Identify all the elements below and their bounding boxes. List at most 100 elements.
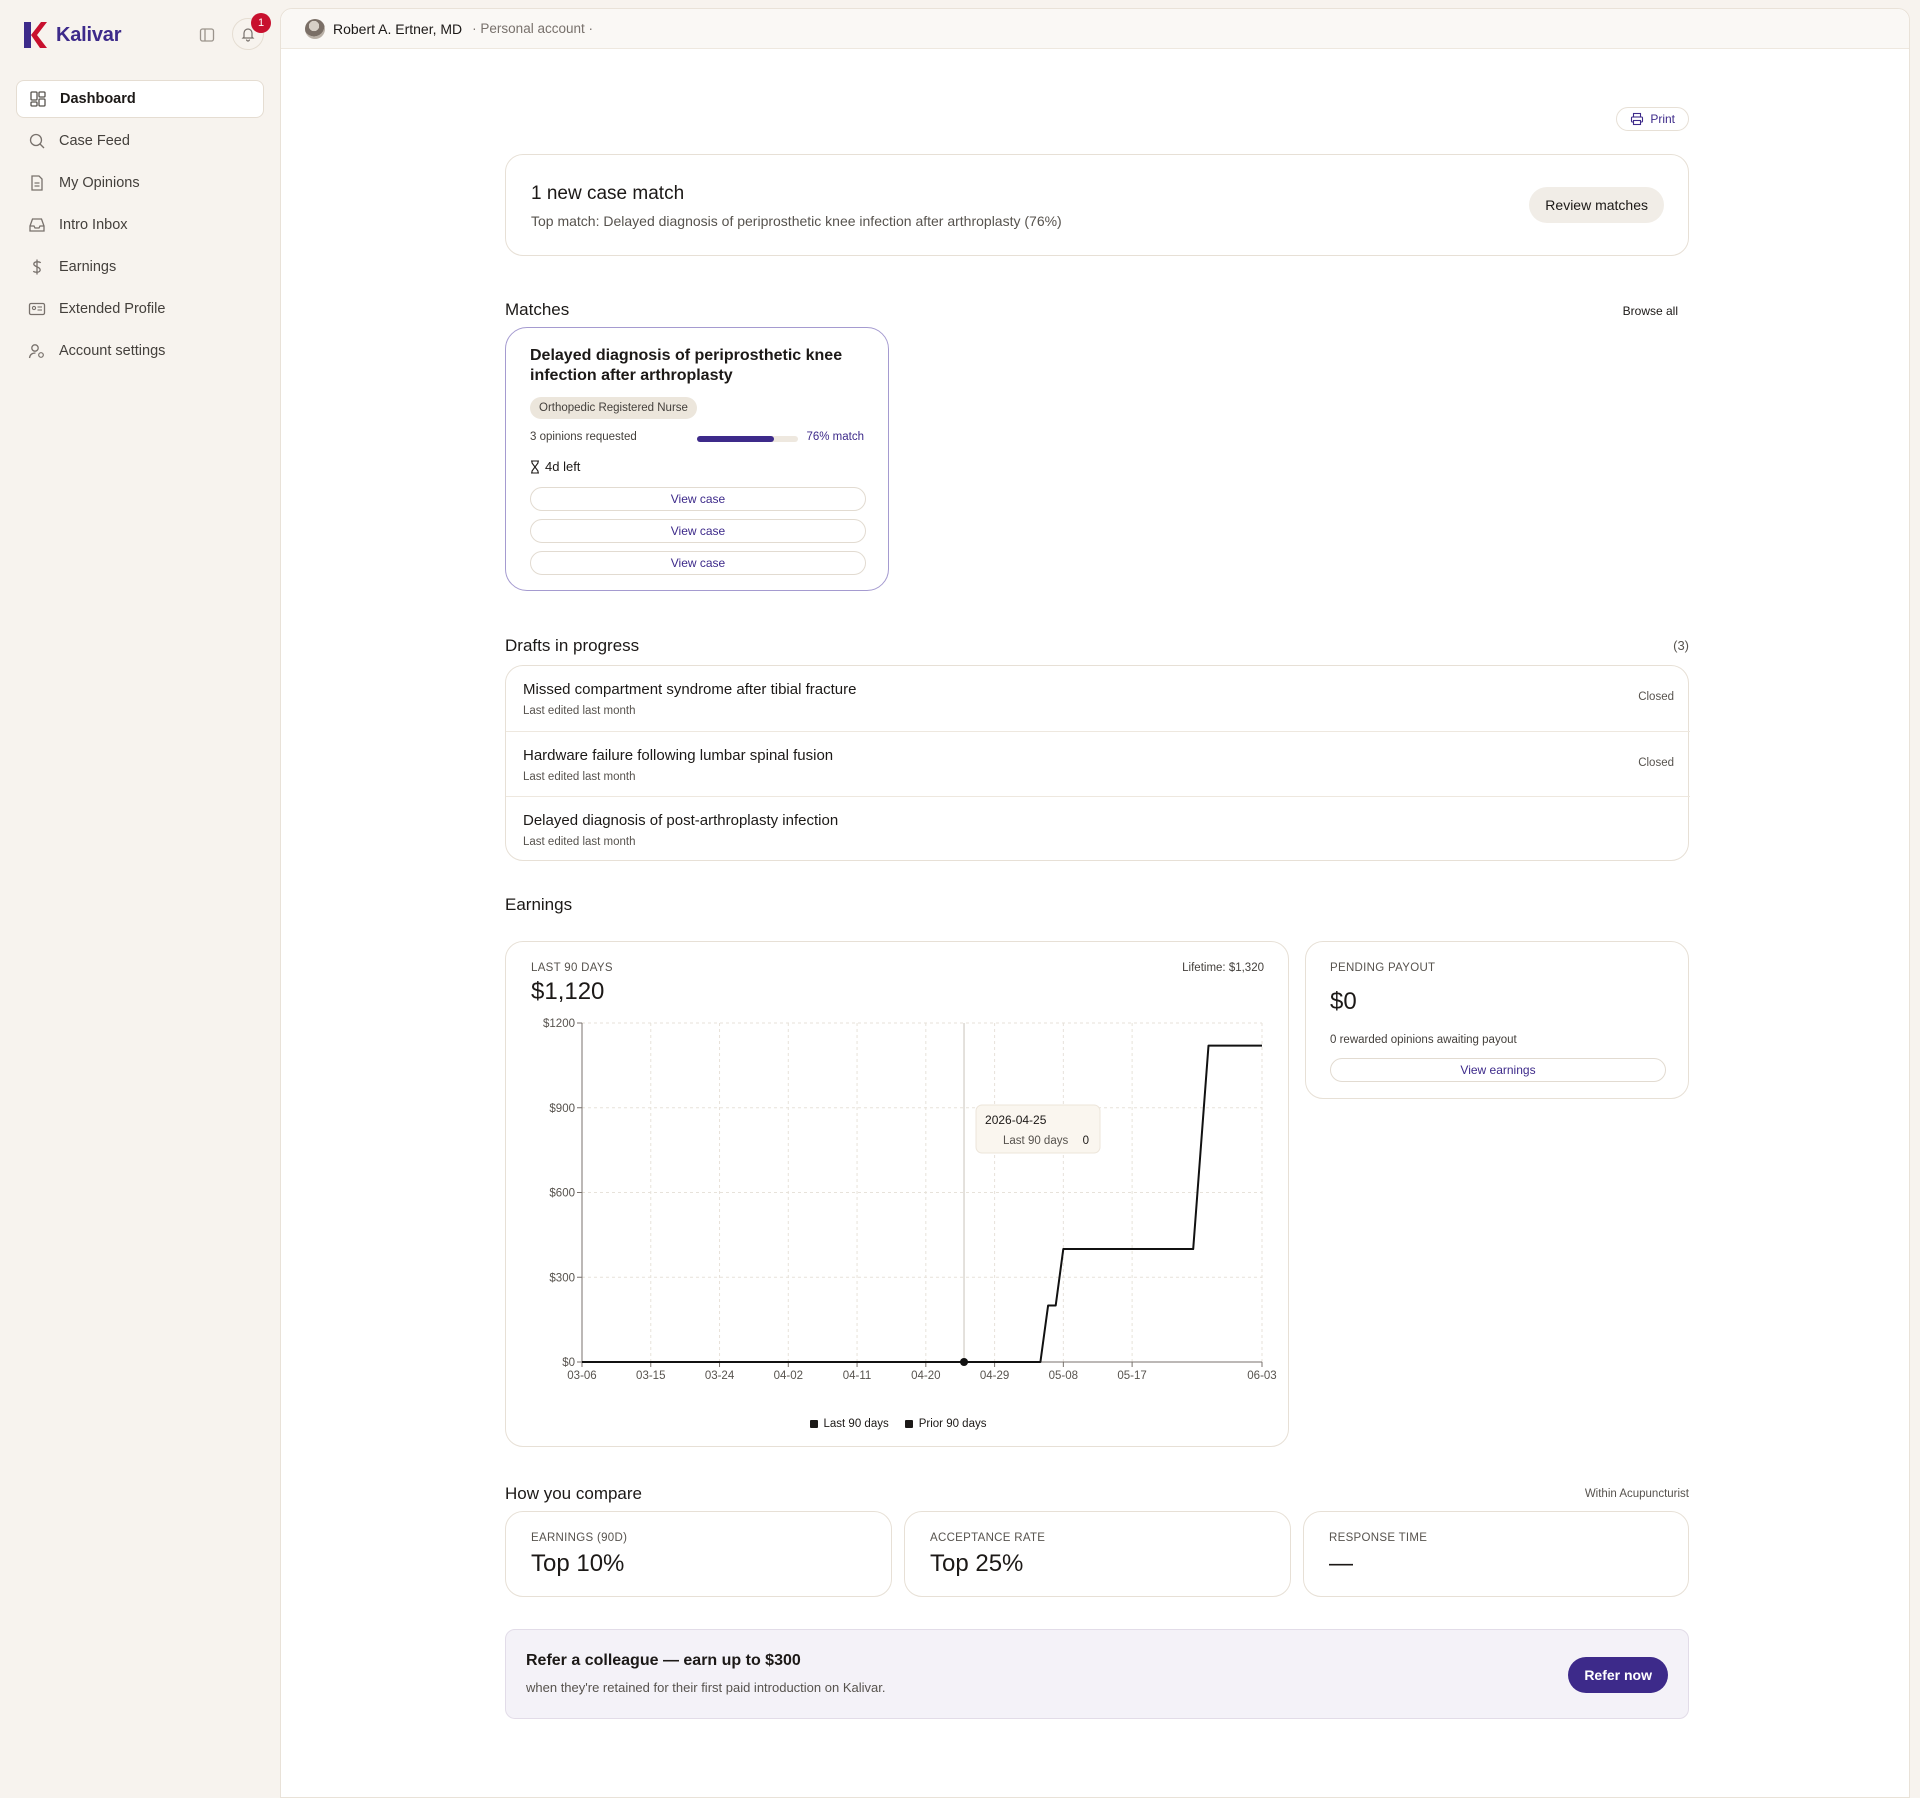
legend-label: Last 90 days <box>823 1418 889 1430</box>
sidebar-item-intro-inbox[interactable]: Intro Inbox <box>16 206 264 244</box>
draft-row[interactable]: Missed compartment syndrome after tibial… <box>506 666 1690 731</box>
sidebar-item-my-opinions[interactable]: My Opinions <box>16 164 264 202</box>
legend-label: Prior 90 days <box>918 1418 987 1430</box>
specialty-tag: Orthopedic Registered Nurse <box>530 397 697 419</box>
compare-heading: How you compare <box>505 1484 643 1503</box>
id-card-icon <box>28 300 46 318</box>
browse-all-link[interactable]: Browse all <box>1623 304 1678 318</box>
match-score-bar <box>697 436 798 442</box>
compare-group: Within Acupuncturist <box>1584 1488 1689 1500</box>
payout-value: $0 <box>1330 988 1357 1015</box>
x-tick-label: 03-06 <box>567 1370 596 1382</box>
refer-now-button[interactable]: Refer now <box>1568 1657 1668 1693</box>
compare-value: Top 25% <box>930 1550 1024 1577</box>
sidebar-item-label: Dashboard <box>60 91 136 107</box>
draft-row[interactable]: Delayed diagnosis of post-arthroplasty i… <box>506 796 1690 861</box>
draft-last-edited: Last edited last month <box>523 771 636 783</box>
referral-subtitle: when they're retained for their first pa… <box>526 1680 886 1695</box>
sidebar-item-account-settings[interactable]: Account settings <box>16 332 264 370</box>
x-tick-label: 06-03 <box>1247 1370 1276 1382</box>
drafts-count: (3) <box>1673 638 1689 653</box>
print-label: Print <box>1650 112 1675 126</box>
payout-description: 0 rewarded opinions awaiting payout <box>1330 1034 1517 1046</box>
sidebar-item-case-feed[interactable]: Case Feed <box>16 122 264 160</box>
sidebar-item-extended-profile[interactable]: Extended Profile <box>16 290 264 328</box>
avatar[interactable] <box>305 18 325 39</box>
account-bar: Robert A. Ertner, MD · Personal account … <box>281 9 1909 49</box>
match-percentage: 76% match <box>806 431 864 443</box>
draft-last-edited: Last edited last month <box>523 836 636 848</box>
main-panel: Robert A. Ertner, MD · Personal account … <box>280 8 1910 1798</box>
draft-title: Hardware failure following lumbar spinal… <box>523 747 834 764</box>
print-button[interactable]: Print <box>1616 107 1689 131</box>
compare-value: Top 10% <box>531 1550 625 1577</box>
new-match-alert: 1 new case match Top match: Delayed diag… <box>505 154 1689 256</box>
x-tick-label: 04-11 <box>843 1370 872 1382</box>
sidebar-item-label: Earnings <box>59 259 117 275</box>
sidebar-toggle-icon[interactable] <box>198 26 216 44</box>
brand[interactable]: Kalivar <box>22 20 122 50</box>
brand-name: Kalivar <box>56 23 122 46</box>
view-case-button[interactable]: View case <box>530 487 866 511</box>
earnings-value: $1,120 <box>531 978 605 1005</box>
legend-item[interactable]: Prior 90 days <box>904 1418 987 1430</box>
payout-label: PENDING PAYOUT <box>1330 962 1436 974</box>
dollar-icon <box>28 258 46 276</box>
earnings-period-label: LAST 90 DAYS <box>531 962 613 974</box>
tooltip-value: 0 <box>1083 1135 1089 1147</box>
sidebar-item-earnings[interactable]: Earnings <box>16 248 264 286</box>
draft-title: Missed compartment syndrome after tibial… <box>523 681 857 698</box>
draft-status: Closed <box>1638 757 1674 769</box>
compare-card-earnings: EARNINGS (90D) Top 10% <box>505 1511 892 1597</box>
sidebar-item-dashboard[interactable]: Dashboard <box>16 80 264 118</box>
legend-item[interactable]: Last 90 days <box>809 1418 889 1430</box>
earnings-chart[interactable]: $0 $300 $600 $900 $1200 03-06 03-15 03-24 04-02 0… <box>506 1017 1290 1417</box>
x-tick-label: 05-08 <box>1049 1370 1078 1382</box>
notification-badge: 1 <box>251 13 271 33</box>
legend-swatch <box>904 1420 913 1428</box>
printer-icon <box>1631 112 1644 126</box>
user-gear-icon <box>28 342 46 360</box>
referral-banner: Refer a colleague — earn up to $300 when… <box>505 1629 1689 1719</box>
draft-status: Closed <box>1638 691 1674 703</box>
sidebar-item-label: Intro Inbox <box>59 217 128 233</box>
sidebar: Kalivar 1 Dashboard Case Feed My Opinion… <box>0 0 280 1790</box>
sidebar-item-label: Account settings <box>59 343 166 359</box>
earnings-chart-card: LAST 90 DAYS Lifetime: $1,320 $1,120 $0 $… <box>505 941 1289 1447</box>
kalivar-logo <box>24 22 47 48</box>
y-tick-label: $1200 <box>543 1018 575 1030</box>
dashboard-icon <box>29 90 47 108</box>
draft-row[interactable]: Hardware failure following lumbar spinal… <box>506 731 1690 796</box>
user-name[interactable]: Robert A. Ertner, MD <box>333 21 462 37</box>
alert-title: 1 new case match <box>531 183 685 204</box>
sidebar-item-label: My Opinions <box>59 175 140 191</box>
drafts-list: Missed compartment syndrome after tibial… <box>505 665 1690 861</box>
sidebar-nav: Dashboard Case Feed My Opinions Intro In… <box>16 80 264 374</box>
time-left: 4d left <box>530 459 580 474</box>
chart-legend: Last 90 days Prior 90 days <box>506 1418 1290 1430</box>
view-case-button[interactable]: View case <box>530 551 866 575</box>
document-icon <box>28 174 46 192</box>
notifications-button[interactable]: 1 <box>232 13 271 50</box>
match-card[interactable]: Delayed diagnosis of periprosthetic knee… <box>505 327 889 591</box>
account-type[interactable]: · Personal account · <box>472 21 593 36</box>
view-case-button[interactable]: View case <box>530 519 866 543</box>
inbox-icon <box>28 216 46 234</box>
view-earnings-button[interactable]: View earnings <box>1330 1058 1666 1082</box>
matches-heading: Matches <box>505 300 570 319</box>
x-tick-label: 04-02 <box>774 1370 803 1382</box>
review-matches-button[interactable]: Review matches <box>1529 187 1664 223</box>
x-tick-label: 03-24 <box>705 1370 735 1382</box>
alert-subtitle: Top match: Delayed diagnosis of peripros… <box>531 213 1062 229</box>
highlight-point <box>960 1358 969 1366</box>
sidebar-item-label: Case Feed <box>59 133 130 149</box>
drafts-heading: Drafts in progress <box>505 636 640 655</box>
tooltip-date: 2026-04-25 <box>985 1113 1047 1127</box>
series-line-last-90-days <box>582 1044 1262 1363</box>
tooltip-series: Last 90 days <box>1003 1135 1068 1147</box>
lifetime-earnings: Lifetime: $1,320 <box>1182 962 1264 974</box>
opinions-requested: 3 opinions requested <box>530 431 637 443</box>
compare-card-acceptance: ACCEPTANCE RATE Top 25% <box>904 1511 1291 1597</box>
hourglass-icon <box>531 459 539 474</box>
match-score-fill <box>697 436 774 442</box>
